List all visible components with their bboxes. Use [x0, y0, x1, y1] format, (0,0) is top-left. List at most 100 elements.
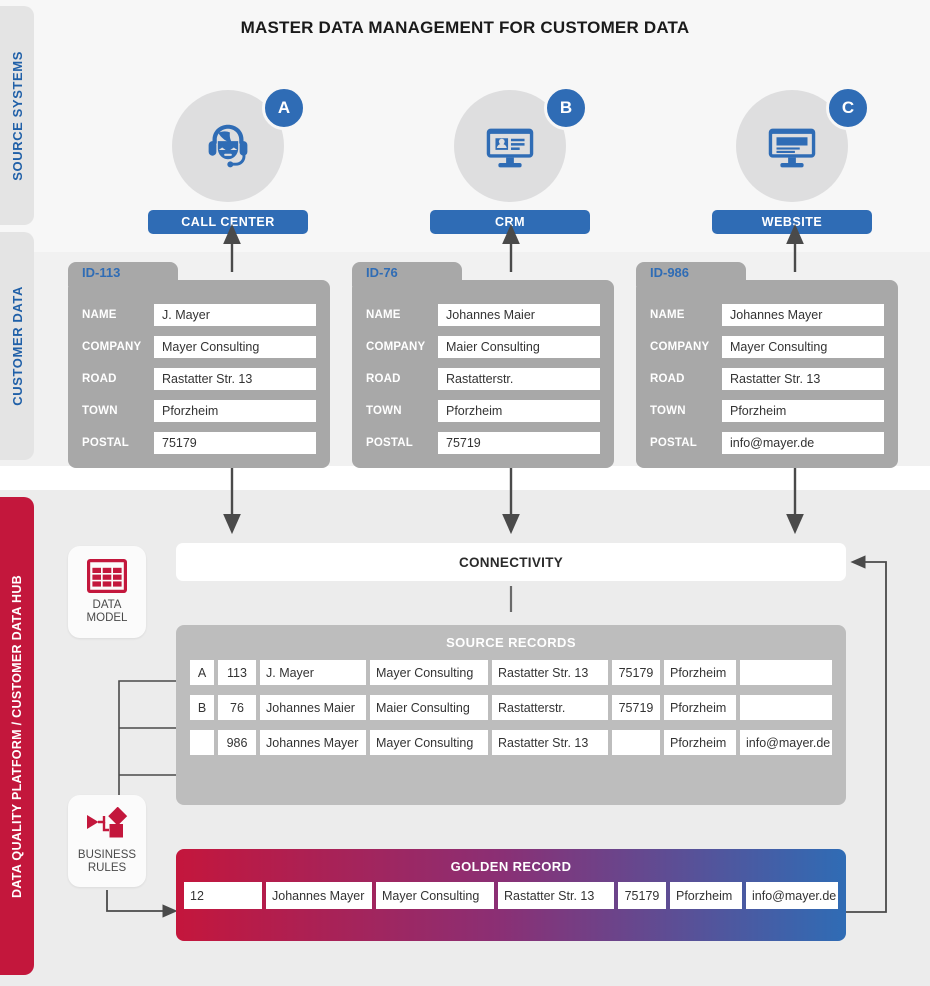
field-name: NAME J. Mayer — [82, 304, 316, 326]
cell-company: Mayer Consulting — [370, 730, 488, 755]
field-postal-label: POSTAL — [650, 437, 697, 449]
field-company-value: Maier Consulting — [438, 336, 600, 358]
sidebar-tab-source-systems-label: SOURCE SYSTEMS — [9, 50, 25, 181]
cell-road: Rastatter Str. 13 — [492, 660, 608, 685]
field-name-label: NAME — [650, 309, 685, 321]
source-badge-a: A — [262, 86, 306, 130]
field-postal-label: POSTAL — [82, 437, 129, 449]
customer-card-3-id: ID-986 — [650, 265, 690, 280]
cell-road: Rastatter Str. 13 — [492, 730, 608, 755]
golden-cell-email: info@mayer.de — [746, 882, 838, 909]
field-town-value: Pforzheim — [438, 400, 600, 422]
field-road: ROAD Rastatterstr. — [366, 368, 600, 390]
cell-name: J. Mayer — [260, 660, 366, 685]
customer-card-3: ID-986 NAME Johannes Mayer COMPANY Mayer… — [636, 262, 898, 468]
field-company-label: COMPANY — [82, 341, 142, 353]
field-postal-value: 75719 — [438, 432, 600, 454]
cell-source: B — [190, 695, 214, 720]
table-row: A 113 J. Mayer Mayer Consulting Rastatte… — [176, 660, 846, 685]
field-road-value: Rastatterstr. — [438, 368, 600, 390]
field-company: COMPANY Mayer Consulting — [650, 336, 884, 358]
golden-cell-name: Johannes Mayer — [266, 882, 372, 909]
field-postal: POSTAL info@mayer.de — [650, 432, 884, 454]
field-road: ROAD Rastatter Str. 13 — [650, 368, 884, 390]
sidebar-tab-data-hub-label: DATA QUALITY PLATFORM / CUSTOMER DATA HU… — [10, 574, 24, 898]
cell-id: 986 — [218, 730, 256, 755]
sidebar-tab-data-hub: DATA QUALITY PLATFORM / CUSTOMER DATA HU… — [0, 497, 34, 975]
field-company-value: Mayer Consulting — [722, 336, 884, 358]
field-road-value: Rastatter Str. 13 — [154, 368, 316, 390]
business-rules-card-label: BUSINESS RULES — [78, 849, 136, 875]
table-row: 986 Johannes Mayer Mayer Consulting Rast… — [176, 730, 846, 755]
golden-cell-id: 12 — [184, 882, 262, 909]
field-postal-value: 75179 — [154, 432, 316, 454]
golden-record-panel: GOLDEN RECORD 12 Johannes Mayer Mayer Co… — [176, 849, 846, 941]
golden-record-row: 12 Johannes Mayer Mayer Consulting Rasta… — [176, 882, 846, 909]
field-road-label: ROAD — [366, 373, 401, 385]
golden-record-title: GOLDEN RECORD — [450, 859, 572, 874]
customer-card-3-fields: NAME Johannes Mayer COMPANY Mayer Consul… — [636, 280, 898, 468]
field-town-value: Pforzheim — [154, 400, 316, 422]
source-records-title: SOURCE RECORDS — [446, 635, 576, 650]
field-postal: POSTAL 75179 — [82, 432, 316, 454]
sidebar-tab-source-systems: SOURCE SYSTEMS — [0, 6, 34, 225]
website-monitor-icon — [768, 128, 816, 168]
field-postal-label: POSTAL — [366, 437, 413, 449]
field-road: ROAD Rastatter Str. 13 — [82, 368, 316, 390]
golden-cell-company: Mayer Consulting — [376, 882, 494, 909]
field-company-label: COMPANY — [366, 341, 426, 353]
data-model-label-line1: DATA — [92, 599, 122, 611]
cell-company: Mayer Consulting — [370, 660, 488, 685]
field-name: NAME Johannes Mayer — [650, 304, 884, 326]
cell-email — [740, 660, 832, 685]
field-town-label: TOWN — [82, 405, 118, 417]
source-label-crm[interactable]: CRM — [430, 210, 590, 234]
field-company-value: Mayer Consulting — [154, 336, 316, 358]
field-road-label: ROAD — [82, 373, 117, 385]
field-road-value: Rastatter Str. 13 — [722, 368, 884, 390]
source-badge-b: B — [544, 86, 588, 130]
field-road-label: ROAD — [650, 373, 685, 385]
field-name-label: NAME — [366, 309, 401, 321]
background-band-divider — [0, 466, 930, 490]
cell-postal: 75179 — [612, 660, 660, 685]
customer-card-2: ID-76 NAME Johannes Maier COMPANY Maier … — [352, 262, 614, 468]
data-model-card[interactable]: DATA MODEL — [68, 546, 146, 638]
field-town: TOWN Pforzheim — [650, 400, 884, 422]
sidebar-tab-customer-data: CUSTOMER DATA — [0, 232, 34, 460]
source-label-call-center[interactable]: CALL CENTER — [148, 210, 308, 234]
cell-road: Rastatterstr. — [492, 695, 608, 720]
cell-name: Johannes Maier — [260, 695, 366, 720]
cell-company: Maier Consulting — [370, 695, 488, 720]
cell-id: 113 — [218, 660, 256, 685]
field-company-label: COMPANY — [650, 341, 710, 353]
golden-cell-postal: 75179 — [618, 882, 666, 909]
connectivity-bar[interactable]: CONNECTIVITY — [176, 543, 846, 581]
cell-name: Johannes Mayer — [260, 730, 366, 755]
business-rules-label-line2: RULES — [87, 862, 127, 874]
cell-postal — [612, 730, 660, 755]
cell-town: Pforzheim — [664, 660, 736, 685]
source-label-website[interactable]: WEBSITE — [712, 210, 872, 234]
data-model-card-label: DATA MODEL — [87, 599, 128, 625]
field-name: NAME Johannes Maier — [366, 304, 600, 326]
field-town-label: TOWN — [366, 405, 402, 417]
cell-email — [740, 695, 832, 720]
table-row: B 76 Johannes Maier Maier Consulting Ras… — [176, 695, 846, 720]
source-badge-c: C — [826, 86, 870, 130]
field-town-label: TOWN — [650, 405, 686, 417]
field-postal: POSTAL 75719 — [366, 432, 600, 454]
field-name-value: Johannes Mayer — [722, 304, 884, 326]
customer-card-1: ID-113 NAME J. Mayer COMPANY Mayer Consu… — [68, 262, 330, 468]
business-rules-card[interactable]: BUSINESS RULES — [68, 795, 146, 887]
field-company: COMPANY Mayer Consulting — [82, 336, 316, 358]
cell-source: A — [190, 660, 214, 685]
customer-card-2-id: ID-76 — [366, 265, 398, 280]
cell-source — [190, 730, 214, 755]
diagram-canvas: SOURCE SYSTEMS CUSTOMER DATA DATA QUALIT… — [0, 0, 930, 986]
customer-card-2-fields: NAME Johannes Maier COMPANY Maier Consul… — [352, 280, 614, 468]
field-postal-value: info@mayer.de — [722, 432, 884, 454]
source-records-panel: SOURCE RECORDS A 113 J. Mayer Mayer Cons… — [176, 625, 846, 805]
cell-email: info@mayer.de — [740, 730, 832, 755]
cell-postal: 75719 — [612, 695, 660, 720]
